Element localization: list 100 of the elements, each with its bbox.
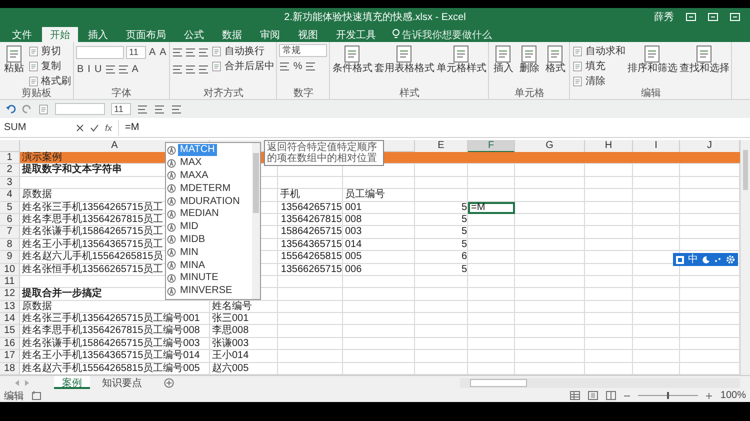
box-icon[interactable] [708, 13, 718, 21]
dropdown-field[interactable] [76, 46, 124, 58]
moon-icon[interactable] [702, 256, 710, 264]
dropdown-field[interactable]: 11 [126, 46, 146, 58]
ribbon-tab[interactable]: 审阅 [252, 27, 288, 42]
lines-icon[interactable] [198, 46, 210, 58]
ribbon-button[interactable]: 插入 [491, 44, 516, 74]
ribbon-button[interactable]: 删除 [517, 44, 542, 74]
dropdown-field[interactable]: 常规 [279, 44, 328, 57]
ribbon-tab[interactable]: 视图 [290, 27, 326, 42]
input-mode[interactable]: 中 [688, 254, 698, 266]
autocomplete-item[interactable]: MIDB [167, 234, 251, 246]
lines-icon[interactable] [198, 64, 210, 74]
font-field[interactable] [55, 103, 105, 115]
ribbon-tab[interactable]: 插入 [80, 27, 116, 42]
column-header[interactable]: I [633, 140, 680, 153]
lines-icon[interactable] [172, 46, 184, 58]
row-number[interactable]: 17 [0, 350, 20, 363]
sheet-tab[interactable]: 案例 [54, 376, 90, 389]
ribbon-button[interactable]: 单元格样式 [436, 44, 486, 74]
row-number[interactable]: 6 [0, 214, 20, 226]
format-button[interactable]: U [93, 64, 103, 74]
horizontal-scrollbar[interactable] [460, 378, 740, 388]
format-button[interactable]: % [292, 60, 304, 72]
column-header[interactable]: J [680, 140, 740, 153]
column-header[interactable]: G [515, 140, 585, 153]
format-button[interactable]: I [86, 64, 92, 74]
lines-icon[interactable] [279, 60, 290, 72]
autocomplete-item[interactable]: MINUTE [167, 272, 251, 285]
cancel-icon[interactable] [76, 124, 84, 132]
lines-icon[interactable] [118, 64, 129, 74]
name-box[interactable]: SUM [4, 122, 70, 133]
ribbon-button[interactable]: 自动换行 [211, 44, 274, 58]
ribbon-button[interactable]: 填充 [572, 59, 626, 73]
settings-icon[interactable] [726, 255, 735, 264]
autocomplete-item[interactable]: MINA [167, 259, 251, 272]
ribbon-button[interactable]: 套用表格格式 [374, 44, 434, 74]
column-header[interactable]: E [415, 140, 468, 153]
row-number[interactable]: 5 [0, 202, 20, 214]
dots-icon[interactable] [714, 256, 722, 264]
ribbon-button[interactable]: 剪切 [28, 44, 71, 58]
box-icon[interactable] [730, 13, 740, 21]
row-number[interactable]: 16 [0, 338, 20, 350]
lines-icon[interactable] [172, 64, 184, 74]
zoom-in-icon[interactable] [706, 392, 712, 398]
ribbon-button[interactable]: 自动求和 [572, 44, 626, 58]
lines-icon[interactable] [305, 60, 316, 72]
row-number[interactable]: 1 [0, 152, 20, 164]
autocomplete-item[interactable]: MDETERM [167, 182, 251, 196]
tell-me-field[interactable]: 告诉我你想要做什么 [402, 27, 492, 42]
row-number[interactable]: 12 [0, 288, 20, 301]
lines-icon[interactable] [154, 104, 165, 114]
row-number[interactable]: 10 [0, 264, 20, 276]
size-field[interactable]: 11 [111, 103, 131, 115]
ribbon-button[interactable]: 格式 [543, 44, 568, 74]
ribbon-button[interactable]: 条件格式 [332, 44, 372, 74]
page-break-icon[interactable] [606, 391, 616, 400]
row-number[interactable]: 2 [0, 164, 20, 177]
undo-icon[interactable] [6, 104, 16, 114]
ribbon-button[interactable]: 排序和筛选 [627, 44, 678, 74]
user-name[interactable]: 薛秀 [654, 10, 674, 24]
format-button[interactable]: A [158, 46, 168, 58]
check-icon[interactable] [90, 124, 99, 132]
autocomplete-item[interactable]: MID [167, 220, 251, 234]
ribbon-tab[interactable]: 开始 [42, 27, 78, 42]
format-button[interactable]: B [76, 64, 85, 74]
page-layout-icon[interactable] [588, 391, 598, 400]
autocomplete-item[interactable]: MAX [167, 156, 251, 170]
row-number[interactable]: 4 [0, 189, 20, 202]
row-number[interactable]: 7 [0, 226, 20, 239]
row-number[interactable]: 11 [0, 276, 20, 288]
ribbon-tab[interactable]: 文件 [4, 27, 40, 42]
autocomplete-item[interactable]: MAXA [167, 170, 251, 182]
row-number[interactable]: 13 [0, 300, 20, 314]
autocomplete-item[interactable]: MEDIAN [167, 208, 251, 221]
add-sheet-icon[interactable] [164, 378, 174, 388]
zoom-out-icon[interactable] [624, 392, 630, 398]
box-icon[interactable] [686, 13, 696, 21]
ribbon-button[interactable]: 合并后居中 [211, 59, 274, 73]
row-number[interactable]: 14 [0, 313, 20, 326]
ribbon-tab[interactable]: 公式 [176, 27, 212, 42]
formula-field[interactable]: =M [118, 120, 750, 136]
autocomplete-item[interactable]: MIN [167, 246, 251, 260]
row-number[interactable]: 9 [0, 251, 20, 264]
ribbon-button[interactable]: 复制 [28, 59, 71, 73]
ribbon-tab[interactable]: 开发工具 [328, 27, 384, 42]
ribbon-tab[interactable]: 页面布局 [118, 27, 174, 42]
lines-icon[interactable] [137, 104, 148, 114]
insert-function-button[interactable]: fx [105, 122, 112, 132]
lines-icon[interactable] [171, 104, 182, 114]
scrollbar[interactable] [252, 143, 260, 299]
row-number[interactable]: 3 [0, 176, 20, 190]
ribbon-button[interactable]: 查找和选择 [679, 44, 730, 74]
autocomplete-item[interactable]: MDURATION [167, 195, 251, 208]
row-number[interactable]: 8 [0, 238, 20, 252]
normal-view-icon[interactable] [570, 391, 580, 400]
ribbon-tab[interactable]: 数据 [214, 27, 250, 42]
ribbon-button[interactable]: 清除 [572, 74, 626, 88]
column-header[interactable]: F [468, 140, 515, 153]
logo-icon[interactable] [676, 256, 684, 264]
